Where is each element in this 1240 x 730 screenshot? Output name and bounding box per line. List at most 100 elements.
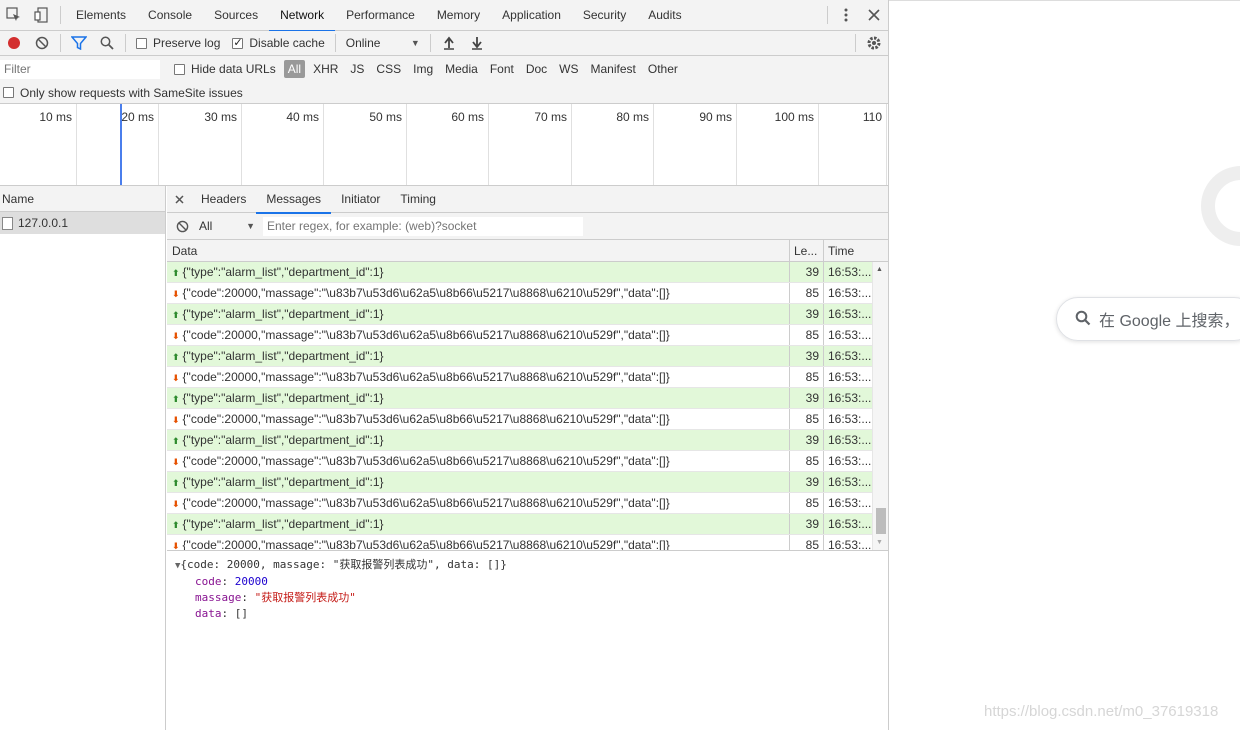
message-property: massage: "获取报警列表成功": [175, 590, 880, 606]
close-devtools-icon[interactable]: [860, 1, 888, 29]
filter-type-font[interactable]: Font: [486, 62, 518, 76]
message-length-cell: 39: [790, 262, 824, 282]
tab-application[interactable]: Application: [491, 0, 572, 31]
received-message-row[interactable]: ⬇ {"code":20000,"massage":"\u83b7\u53d6\u…: [167, 451, 888, 472]
tab-sources[interactable]: Sources: [203, 0, 269, 31]
inspect-element-icon[interactable]: [0, 1, 28, 29]
detail-tab-timing[interactable]: Timing: [390, 186, 446, 213]
message-length-cell: 39: [790, 472, 824, 492]
time-column-header[interactable]: Time: [824, 240, 872, 261]
import-har-icon[interactable]: [435, 29, 463, 57]
more-options-icon[interactable]: [832, 1, 860, 29]
timeline-tick-label: 70 ms: [534, 110, 567, 124]
filter-type-doc[interactable]: Doc: [522, 62, 551, 76]
hide-data-urls-checkbox[interactable]: Hide data URLs: [174, 62, 276, 76]
filter-type-css[interactable]: CSS: [372, 62, 405, 76]
sent-arrow-icon: ⬆: [172, 436, 180, 446]
filter-type-xhr[interactable]: XHR: [309, 62, 342, 76]
tab-security[interactable]: Security: [572, 0, 637, 31]
google-search-box[interactable]: 在 Google 上搜索，: [1056, 297, 1240, 341]
filter-input[interactable]: [0, 59, 160, 79]
message-summary[interactable]: ▼{code: 20000, massage: "获取报警列表成功", data…: [175, 557, 880, 574]
sent-message-row[interactable]: ⬆ {"type":"alarm_list","department_id":1}…: [167, 262, 888, 283]
close-detail-icon[interactable]: [167, 185, 191, 213]
tab-network[interactable]: Network: [269, 0, 336, 32]
message-time-cell: 16:53:...: [828, 370, 872, 384]
filter-type-all[interactable]: All: [283, 60, 306, 78]
samesite-checkbox[interactable]: Only show requests with SameSite issues: [3, 86, 243, 100]
disable-cache-checkbox[interactable]: Disable cache: [232, 36, 325, 50]
request-row[interactable]: 127.0.0.1: [0, 212, 165, 234]
dropdown-arrow-icon: ▼: [246, 221, 255, 231]
scrollbar-thumb[interactable]: [876, 508, 886, 534]
export-har-icon[interactable]: [463, 29, 491, 57]
message-data-cell: ⬇ {"code":20000,"massage":"\u83b7\u53d6\u…: [167, 409, 790, 429]
checkbox-box[interactable]: [136, 37, 147, 49]
messages-table-body[interactable]: ⬆ {"type":"alarm_list","department_id":1}…: [167, 262, 888, 550]
filter-type-other[interactable]: Other: [644, 62, 682, 76]
sent-message-row[interactable]: ⬆ {"type":"alarm_list","department_id":1}…: [167, 430, 888, 451]
tab-memory[interactable]: Memory: [426, 0, 491, 31]
message-data-cell: ⬆ {"type":"alarm_list","department_id":1}: [167, 262, 790, 282]
checkbox-box[interactable]: [232, 36, 244, 49]
timeline-gridline: [886, 104, 887, 185]
messages-filter-bar: All ▼: [167, 213, 888, 240]
sent-message-row[interactable]: ⬆ {"type":"alarm_list","department_id":1}…: [167, 388, 888, 409]
detail-tab-headers[interactable]: Headers: [191, 186, 256, 213]
message-type-select[interactable]: All ▼: [199, 219, 255, 233]
data-column-header[interactable]: Data: [167, 240, 790, 261]
message-data-cell: ⬆ {"type":"alarm_list","department_id":1}: [167, 346, 790, 366]
received-message-row[interactable]: ⬇ {"code":20000,"massage":"\u83b7\u53d6\u…: [167, 325, 888, 346]
received-message-row[interactable]: ⬇ {"code":20000,"massage":"\u83b7\u53d6\u…: [167, 409, 888, 430]
devtools-panel: Elements Console Sources Network Performance…: [0, 0, 889, 730]
device-toolbar-icon[interactable]: [28, 1, 56, 29]
tab-elements[interactable]: Elements: [65, 0, 137, 31]
sent-message-row[interactable]: ⬆ {"type":"alarm_list","department_id":1}…: [167, 514, 888, 535]
checkbox-box[interactable]: [174, 63, 185, 75]
sent-message-row[interactable]: ⬆ {"type":"alarm_list","department_id":1}…: [167, 304, 888, 325]
timeline-gridline: [76, 104, 77, 185]
filter-type-manifest[interactable]: Manifest: [587, 62, 640, 76]
regex-filter-input[interactable]: [263, 216, 583, 236]
filter-type-media[interactable]: Media: [441, 62, 482, 76]
detail-tab-messages[interactable]: Messages: [256, 186, 331, 214]
name-column-header[interactable]: Name: [0, 186, 165, 212]
scroll-down-icon[interactable]: ▼: [876, 539, 883, 546]
throttling-select[interactable]: Online ▼: [346, 36, 420, 50]
request-name: 127.0.0.1: [18, 216, 69, 230]
message-length-cell: 85: [790, 325, 824, 345]
property-key: code: [195, 575, 222, 588]
received-message-row[interactable]: ⬇ {"code":20000,"massage":"\u83b7\u53d6\u…: [167, 535, 888, 550]
received-message-row[interactable]: ⬇ {"code":20000,"massage":"\u83b7\u53d6\u…: [167, 283, 888, 304]
detail-tab-initiator[interactable]: Initiator: [331, 186, 390, 213]
received-message-row[interactable]: ⬇ {"code":20000,"massage":"\u83b7\u53d6\u…: [167, 367, 888, 388]
clear-messages-icon[interactable]: [167, 212, 197, 240]
message-length-cell: 39: [790, 388, 824, 408]
scroll-up-icon[interactable]: ▲: [876, 266, 883, 273]
checkbox-box[interactable]: [3, 87, 14, 98]
message-data-cell: ⬆ {"type":"alarm_list","department_id":1}: [167, 514, 790, 534]
tab-performance[interactable]: Performance: [335, 0, 426, 31]
settings-gear-icon[interactable]: [860, 29, 888, 57]
network-overview-timeline[interactable]: 10 ms 20 ms 30 ms 40 ms 50 ms 60 ms 70 ms 80 ms…: [0, 104, 888, 186]
vertical-scrollbar[interactable]: ▲ ▼: [872, 262, 888, 550]
received-message-row[interactable]: ⬇ {"code":20000,"massage":"\u83b7\u53d6\u…: [167, 493, 888, 514]
tab-console[interactable]: Console: [137, 0, 203, 31]
record-icon[interactable]: [0, 29, 28, 57]
search-icon[interactable]: [93, 29, 121, 57]
clear-icon[interactable]: [28, 29, 56, 57]
websocket-document-icon: [2, 216, 13, 230]
network-filter-bar: Hide data URLs AllXHR JS CSS Img Media Font Do…: [0, 56, 888, 82]
sent-message-row[interactable]: ⬆ {"type":"alarm_list","department_id":1}…: [167, 472, 888, 493]
filter-type-js[interactable]: JS: [346, 62, 368, 76]
filter-icon[interactable]: [65, 29, 93, 57]
sent-message-row[interactable]: ⬆ {"type":"alarm_list","department_id":1}…: [167, 346, 888, 367]
property-value: []: [234, 607, 248, 620]
tab-audits[interactable]: Audits: [637, 0, 692, 31]
divider: [855, 34, 856, 52]
length-column-header[interactable]: Le...: [790, 240, 824, 261]
filter-type-ws[interactable]: WS: [555, 62, 582, 76]
received-arrow-icon: ⬇: [172, 499, 180, 509]
preserve-log-checkbox[interactable]: Preserve log: [136, 36, 220, 50]
filter-type-img[interactable]: Img: [409, 62, 437, 76]
